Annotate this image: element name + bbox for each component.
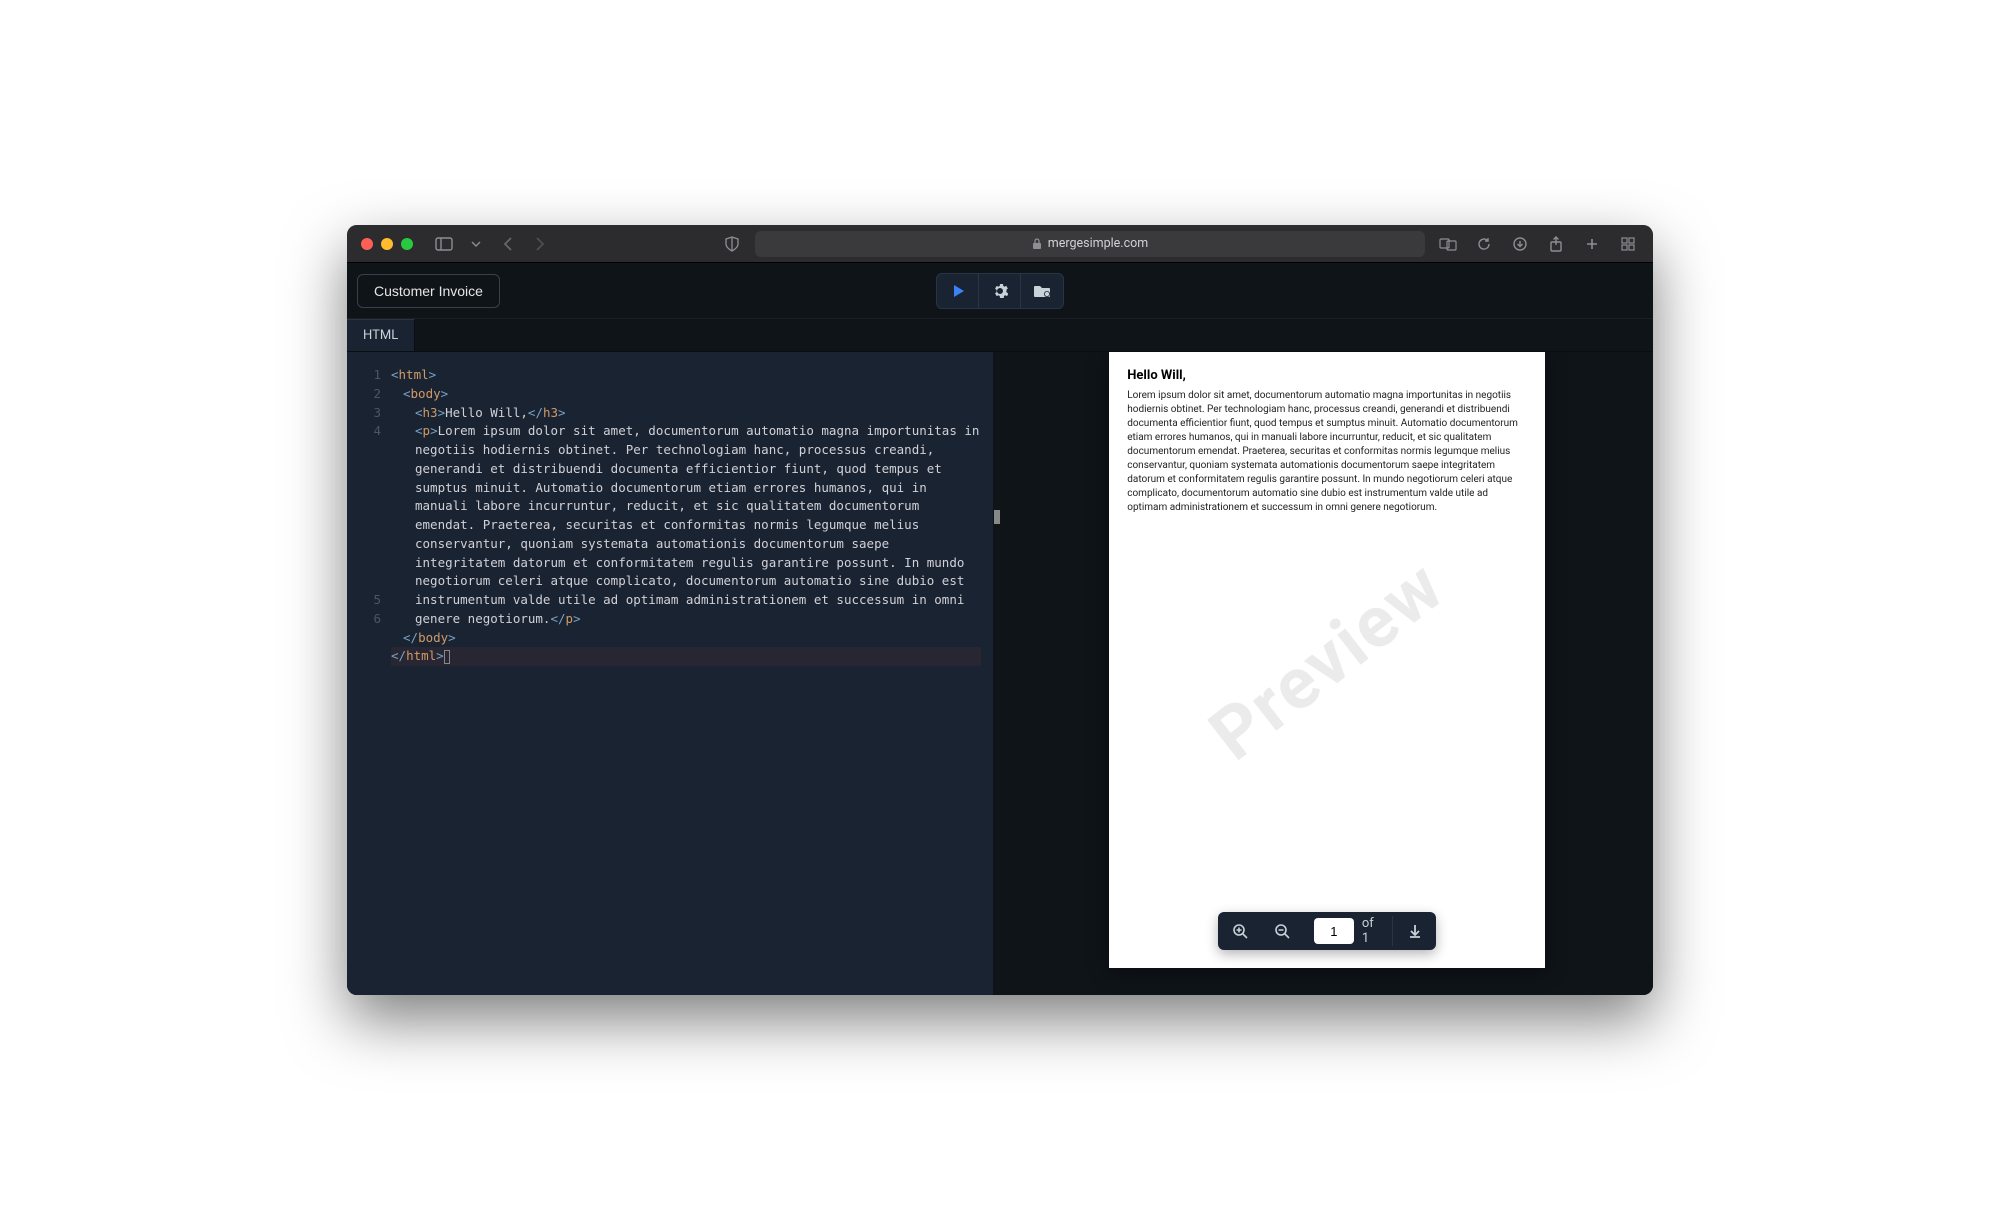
- page-number-input[interactable]: [1314, 918, 1354, 944]
- download-pdf-button[interactable]: [1393, 912, 1436, 950]
- maximize-window-button[interactable]: [401, 238, 413, 250]
- minimize-window-button[interactable]: [381, 238, 393, 250]
- shield-icon[interactable]: [721, 233, 743, 255]
- preview-body: Lorem ipsum dolor sit amet, documentorum…: [1127, 389, 1527, 515]
- split-view: 123456 <html><body><h3>Hello Will,</h3><…: [347, 352, 1653, 995]
- tab-overview-icon[interactable]: [1617, 233, 1639, 255]
- page-indicator: of 1: [1304, 916, 1394, 946]
- tabs-bar: HTML: [347, 319, 1653, 352]
- window-controls: [361, 238, 413, 250]
- code-content[interactable]: <html><body><h3>Hello Will,</h3><p>Lorem…: [391, 352, 993, 995]
- chevron-down-icon[interactable]: [465, 233, 487, 255]
- zoom-in-button[interactable]: [1218, 912, 1261, 950]
- url-text: mergesimple.com: [1048, 236, 1148, 251]
- pdf-controls: of 1: [1218, 912, 1436, 950]
- pane-divider[interactable]: [993, 352, 1001, 995]
- preview-page: Hello Will, Lorem ipsum dolor sit amet, …: [1109, 352, 1545, 968]
- app-toolbar: Customer Invoice: [347, 263, 1653, 319]
- zoom-out-icon: [1274, 923, 1290, 939]
- lock-icon: [1032, 238, 1042, 250]
- page-total: of 1: [1362, 916, 1383, 946]
- line-gutter: 123456: [347, 352, 391, 995]
- download-icon: [1408, 923, 1422, 939]
- close-window-button[interactable]: [361, 238, 373, 250]
- share-icon[interactable]: [1545, 233, 1567, 255]
- new-tab-icon[interactable]: [1581, 233, 1603, 255]
- play-icon: [950, 283, 966, 299]
- translate-icon[interactable]: [1437, 233, 1459, 255]
- nav-forward-button[interactable]: [529, 233, 551, 255]
- nav-back-button[interactable]: [497, 233, 519, 255]
- folder-icon: [1033, 284, 1051, 298]
- browser-window: mergesimple.com Customer Invoice: [347, 225, 1653, 995]
- download-icon[interactable]: [1509, 233, 1531, 255]
- zoom-in-icon: [1232, 923, 1248, 939]
- tab-html[interactable]: HTML: [347, 319, 415, 351]
- app-area: Customer Invoice HTML 123456 <html><body…: [347, 263, 1653, 995]
- settings-button[interactable]: [979, 274, 1021, 308]
- preview-watermark: Preview: [1194, 543, 1461, 777]
- address-bar[interactable]: mergesimple.com: [755, 231, 1425, 257]
- preview-heading: Hello Will,: [1127, 368, 1527, 383]
- zoom-out-button[interactable]: [1261, 912, 1304, 950]
- action-group: [936, 273, 1064, 309]
- code-editor[interactable]: 123456 <html><body><h3>Hello Will,</h3><…: [347, 352, 993, 995]
- gear-icon: [992, 283, 1008, 299]
- run-button[interactable]: [937, 274, 979, 308]
- reload-icon[interactable]: [1473, 233, 1495, 255]
- sidebar-toggle-icon[interactable]: [433, 233, 455, 255]
- document-name-button[interactable]: Customer Invoice: [357, 274, 500, 308]
- browser-titlebar: mergesimple.com: [347, 225, 1653, 263]
- preview-pane: Hello Will, Lorem ipsum dolor sit amet, …: [1001, 352, 1653, 995]
- folder-button[interactable]: [1021, 274, 1063, 308]
